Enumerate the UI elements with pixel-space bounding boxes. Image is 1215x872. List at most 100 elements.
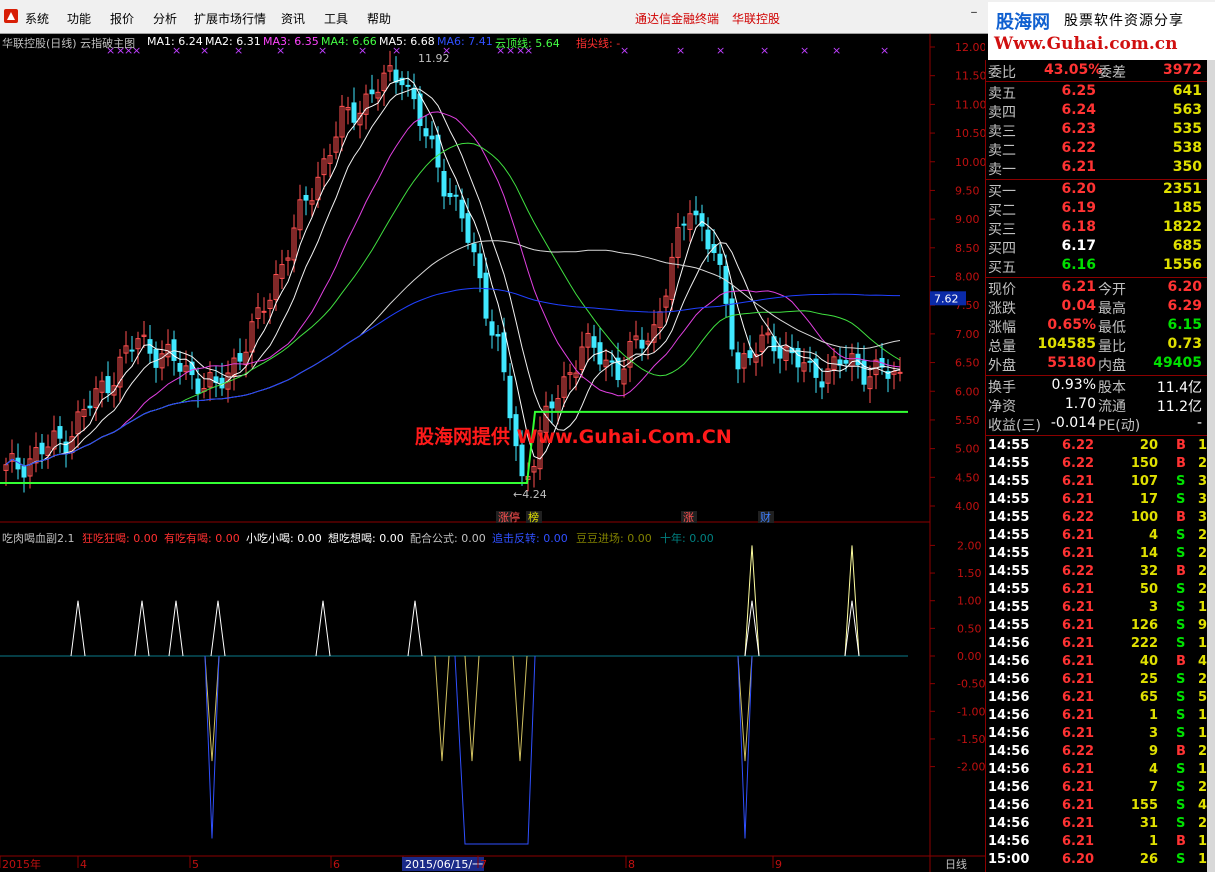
stat-value: 0.65%: [1047, 317, 1096, 333]
tick-row: 14:55 6.21 50 S 2: [986, 582, 1215, 600]
candle-body: [441, 171, 447, 197]
tick-side: S: [1176, 546, 1186, 561]
stat-label: 今开: [1098, 282, 1126, 298]
tick-volume: 7: [1148, 780, 1158, 795]
right-scrollbar[interactable]: [1207, 60, 1215, 872]
tick-time: 14:55: [988, 546, 1030, 561]
tick-volume: 3: [1148, 600, 1158, 615]
menu-system[interactable]: 系统: [25, 10, 49, 27]
tick-row: 14:55 6.21 17 S 3: [986, 492, 1215, 510]
stat-label: 流通: [1098, 399, 1126, 415]
tick-side: B: [1176, 654, 1186, 669]
candle-body: [693, 210, 699, 216]
indicator-label-1: 狂吃狂喝: 0.00: [82, 532, 158, 545]
ask-label: 卖五: [988, 86, 1016, 102]
bid-label: 买三: [988, 222, 1016, 238]
tick-side: B: [1176, 744, 1186, 759]
stat-value: 1.70: [1064, 396, 1096, 412]
stat-value: 0.93%: [1051, 377, 1096, 393]
ma4-line: [5, 142, 901, 467]
event-tag: 涨停: [498, 510, 520, 524]
candle-body: [717, 253, 723, 265]
ask-row: 卖五 6.25 641: [986, 83, 1208, 102]
menu-quote[interactable]: 报价: [110, 10, 134, 27]
menu-extended-market[interactable]: 扩展市场行情: [194, 10, 266, 27]
stat-value: 6.21: [1061, 279, 1096, 295]
tick-row: 14:56 6.21 40 B 4: [986, 654, 1215, 672]
tick-time: 14:55: [988, 564, 1030, 579]
menu-tools[interactable]: 工具: [324, 10, 348, 27]
fingertip-label: 指尖线: -: [576, 37, 621, 50]
candle-body: [855, 353, 861, 366]
candle-body: [465, 213, 471, 243]
menu-news[interactable]: 资讯: [281, 10, 305, 27]
candle-body: [447, 193, 453, 198]
bid-price: 6.17: [1061, 238, 1096, 254]
event-tag: 涨: [683, 511, 694, 524]
tick-volume: 100: [1130, 510, 1158, 525]
tick-count: 2: [1198, 816, 1208, 831]
tick-count: 2: [1198, 456, 1208, 471]
candle-body: [495, 334, 501, 337]
signal-marker: ×: [800, 44, 809, 57]
menu-function[interactable]: 功能: [67, 10, 91, 27]
tick-price: 6.21: [1062, 690, 1095, 705]
stat-label: 最高: [1098, 301, 1126, 317]
tick-time: 14:56: [988, 726, 1030, 741]
menu-analysis[interactable]: 分析: [153, 10, 177, 27]
tick-volume: 150: [1130, 456, 1158, 471]
kline-chart-svg[interactable]: 12.00 11.50 11.00 10.50 10.00 9.50 9.00 8.50 8.0…: [0, 34, 985, 872]
price-tick-label: 10.00: [955, 156, 985, 169]
tick-side: S: [1176, 816, 1186, 831]
indicator-tick-label: -1.00: [957, 705, 985, 718]
stat-value: 6.29: [1167, 298, 1202, 314]
candle-body: [735, 352, 741, 370]
stat-label: 内盘: [1098, 358, 1126, 374]
brand-banner[interactable]: 股海网 股票软件资源分享 Www.Guhai.com.cn: [988, 2, 1215, 60]
menu-help[interactable]: 帮助: [367, 10, 391, 27]
tick-side: S: [1176, 780, 1186, 795]
tick-price: 6.21: [1062, 672, 1095, 687]
tick-volume: 14: [1139, 546, 1158, 561]
stat-label: 收益(三): [988, 418, 1041, 434]
tick-price: 6.21: [1062, 798, 1095, 813]
tick-count: 2: [1198, 780, 1208, 795]
tick-side: S: [1176, 528, 1186, 543]
tick-side: B: [1176, 510, 1186, 525]
tick-row: 14:55 6.21 107 S 3: [986, 474, 1215, 492]
app-logo-icon[interactable]: [4, 9, 18, 23]
minimize-icon[interactable]: _: [965, 0, 983, 16]
tick-volume: 50: [1139, 582, 1158, 597]
tick-volume: 31: [1139, 816, 1158, 831]
indicator-spike-up: [315, 600, 331, 657]
candle-body: [483, 272, 489, 319]
indicator-tick-label: -2.00: [957, 761, 985, 774]
indicator-label-5: 配合公式: 0.00: [410, 532, 486, 545]
candle-body: [351, 102, 357, 123]
ask-price: 6.24: [1061, 102, 1096, 118]
ma1-label: MA1: 6.24: [147, 35, 203, 48]
tick-count: 1: [1198, 708, 1208, 723]
tick-volume: 9: [1148, 744, 1158, 759]
candle-body: [501, 332, 507, 373]
tick-row: 14:55 6.22 100 B 3: [986, 510, 1215, 528]
tick-price: 6.21: [1062, 528, 1095, 543]
tick-row: 14:55 6.21 126 S 9: [986, 618, 1215, 636]
candle-body: [477, 253, 483, 279]
candle-body: [129, 349, 135, 352]
tick-side: S: [1176, 672, 1186, 687]
indicator-tick-label: -0.50: [957, 678, 985, 691]
candle-body: [405, 84, 411, 87]
tick-time: 14:56: [988, 798, 1030, 813]
stat-label: 总量: [988, 339, 1016, 355]
price-tick-label: 11.50: [955, 70, 985, 83]
price-tick-label: 4.00: [955, 500, 980, 513]
promo-link-stock[interactable]: 华联控股: [732, 10, 780, 27]
promo-link-tdx[interactable]: 通达信金融终端: [635, 10, 719, 27]
tick-side: B: [1176, 564, 1186, 579]
kline-chart-area[interactable]: 12.00 11.50 11.00 10.50 10.00 9.50 9.00 8.50 8.0…: [0, 34, 985, 872]
stat-value: 49405: [1153, 355, 1202, 371]
indicator-name: 吃肉喝血副2.1: [2, 532, 75, 545]
stat-value: 6.15: [1167, 317, 1202, 333]
tick-price: 6.21: [1062, 582, 1095, 597]
